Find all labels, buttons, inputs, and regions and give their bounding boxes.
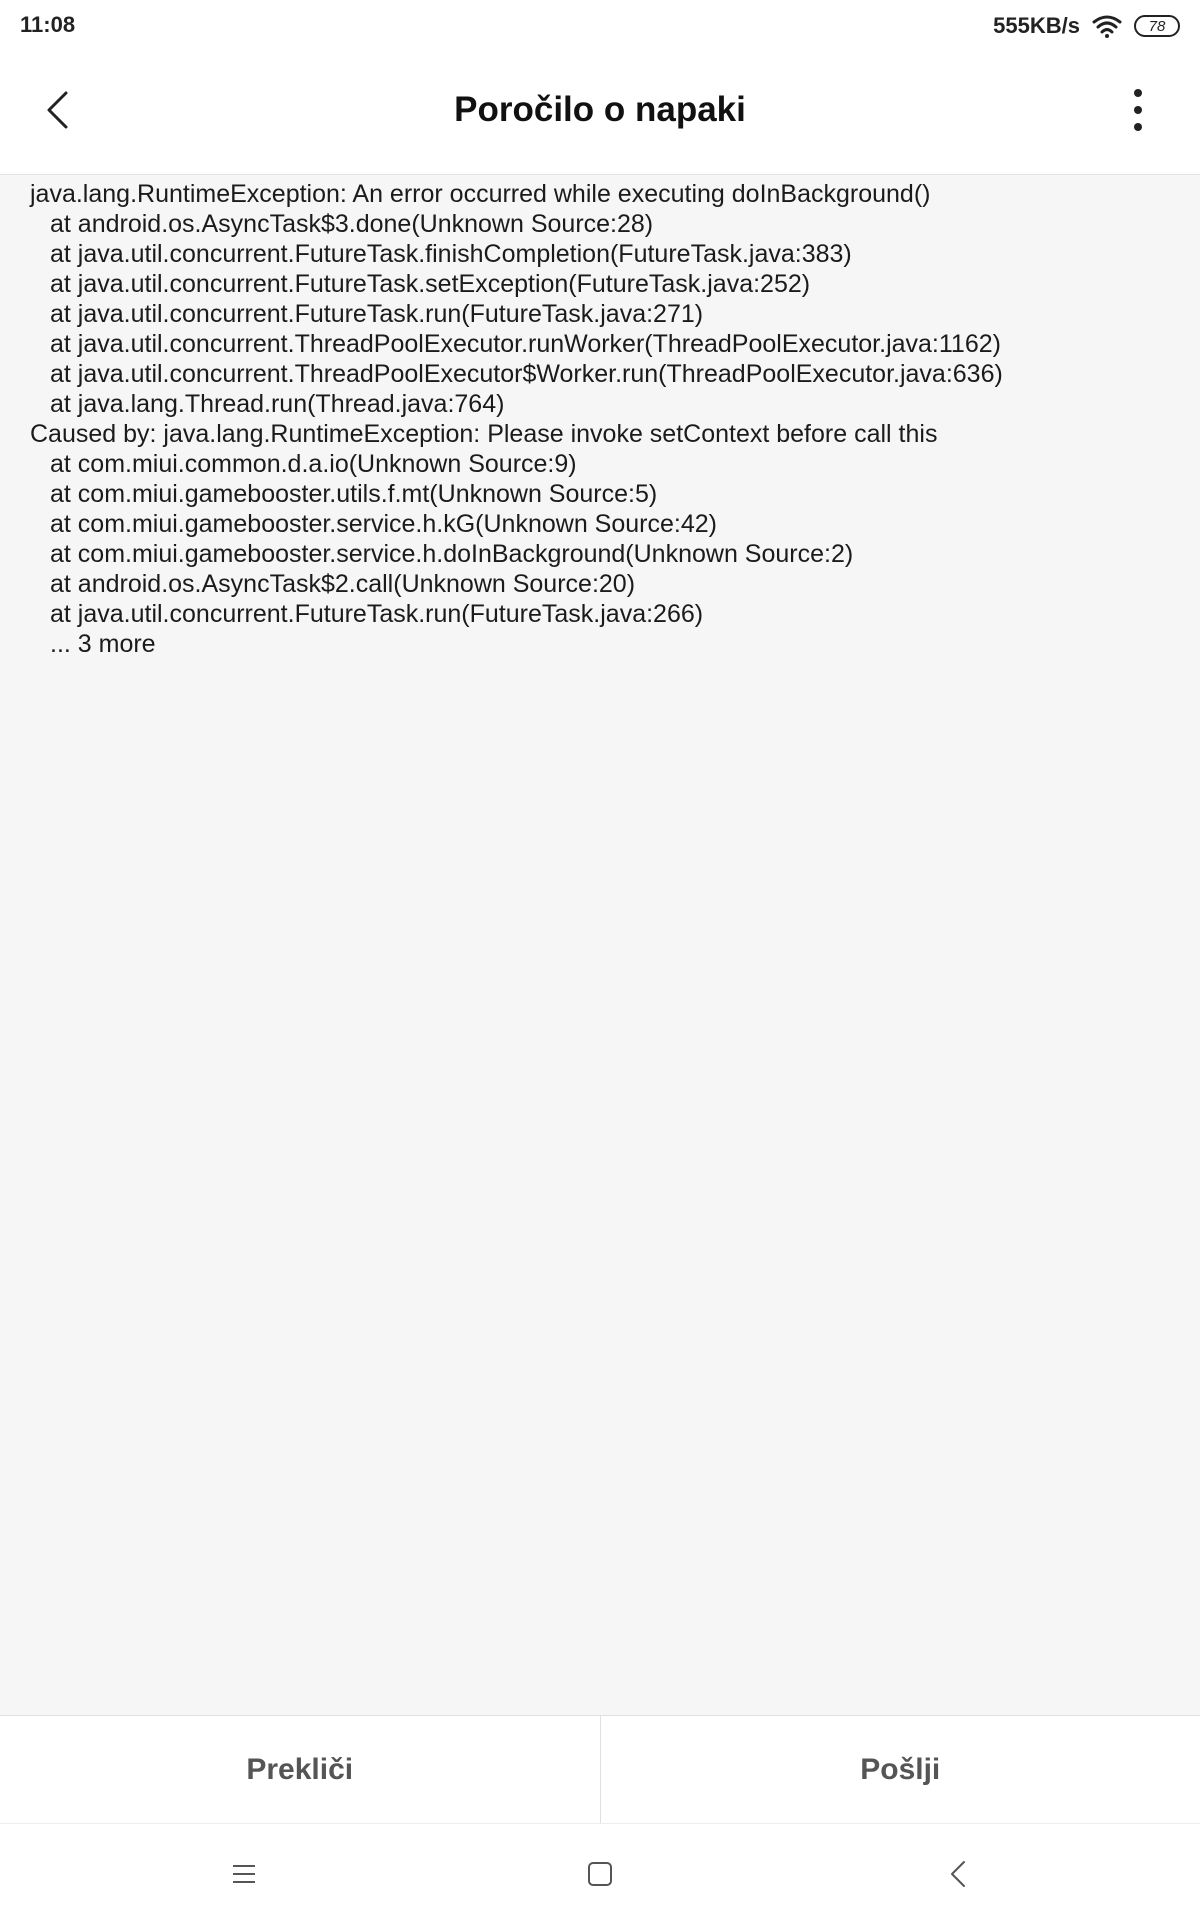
status-time: 11:08 bbox=[20, 12, 75, 38]
cancel-button[interactable]: Prekliči bbox=[0, 1716, 600, 1824]
stack-trace-line: at android.os.AsyncTask$3.done(Unknown S… bbox=[0, 209, 1200, 239]
app-header: Poročilo o napaki bbox=[0, 52, 1200, 175]
battery-level: 78 bbox=[1149, 18, 1166, 35]
status-indicators: 555KB/s 78 bbox=[993, 10, 1180, 42]
more-vertical-icon bbox=[1134, 89, 1142, 97]
back-icon bbox=[949, 1860, 967, 1888]
stack-trace-line: at com.miui.gamebooster.service.h.kG(Unk… bbox=[0, 509, 1200, 539]
stack-trace-line: at com.miui.common.d.a.io(Unknown Source… bbox=[0, 449, 1200, 479]
wifi-icon bbox=[1092, 14, 1122, 38]
stack-trace-line: ... 3 more bbox=[0, 629, 1200, 659]
stack-trace-line: at java.util.concurrent.FutureTask.setEx… bbox=[0, 269, 1200, 299]
stack-trace-line: at java.util.concurrent.FutureTask.run(F… bbox=[0, 599, 1200, 629]
stack-trace-line: at com.miui.gamebooster.service.h.doInBa… bbox=[0, 539, 1200, 569]
home-button[interactable] bbox=[570, 1844, 630, 1904]
send-button[interactable]: Pošlji bbox=[601, 1716, 1200, 1824]
home-icon bbox=[587, 1861, 613, 1887]
status-bar: 11:08 555KB/s 78 bbox=[0, 0, 1200, 52]
stack-trace-line: at java.lang.Thread.run(Thread.java:764) bbox=[0, 389, 1200, 419]
error-report-content[interactable]: java.lang.RuntimeException: An error occ… bbox=[0, 175, 1200, 1715]
stack-trace-line: at android.os.AsyncTask$2.call(Unknown S… bbox=[0, 569, 1200, 599]
menu-icon bbox=[231, 1863, 257, 1885]
battery-icon: 78 bbox=[1134, 15, 1180, 37]
stack-trace-line: at com.miui.gamebooster.utils.f.mt(Unkno… bbox=[0, 479, 1200, 509]
more-options-button[interactable] bbox=[1116, 80, 1160, 140]
stack-trace-line: at java.util.concurrent.ThreadPoolExecut… bbox=[0, 359, 1200, 389]
stack-trace: java.lang.RuntimeException: An error occ… bbox=[0, 179, 1200, 659]
network-speed: 555KB/s bbox=[993, 13, 1080, 39]
navigation-bar bbox=[0, 1823, 1200, 1921]
stack-trace-line: at java.util.concurrent.ThreadPoolExecut… bbox=[0, 329, 1200, 359]
stack-trace-line: at java.util.concurrent.FutureTask.run(F… bbox=[0, 299, 1200, 329]
stack-trace-line: Caused by: java.lang.RuntimeException: P… bbox=[0, 419, 1200, 449]
stack-trace-line: at java.util.concurrent.FutureTask.finis… bbox=[0, 239, 1200, 269]
page-title: Poročilo o napaki bbox=[0, 90, 1200, 130]
recent-apps-button[interactable] bbox=[214, 1844, 274, 1904]
nav-back-button[interactable] bbox=[928, 1844, 988, 1904]
action-bar: Prekliči Pošlji bbox=[0, 1715, 1200, 1824]
stack-trace-line: java.lang.RuntimeException: An error occ… bbox=[0, 179, 1200, 209]
